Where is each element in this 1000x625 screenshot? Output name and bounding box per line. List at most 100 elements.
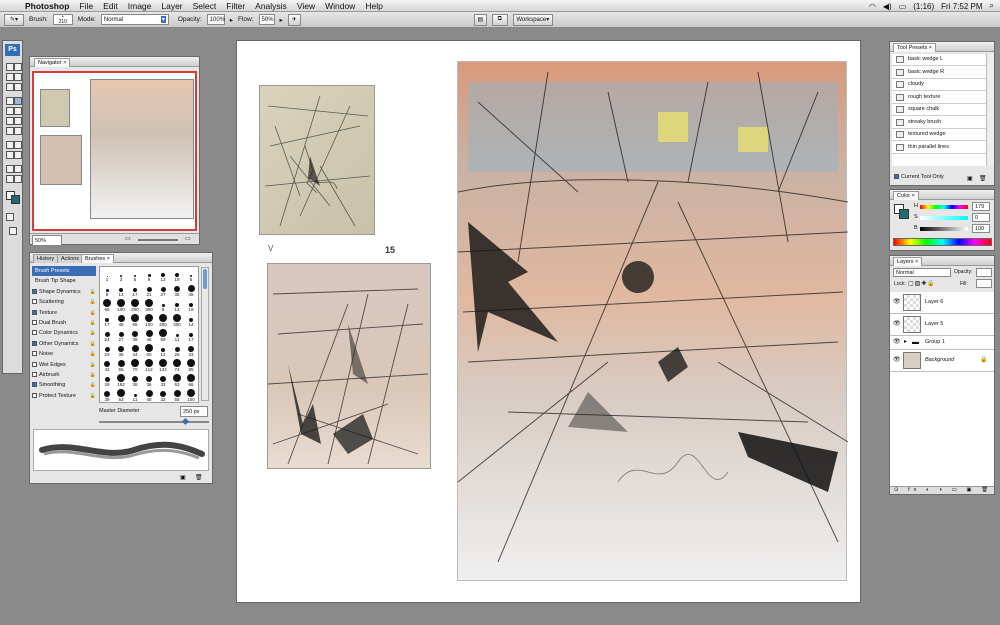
eye-icon[interactable]: 👁 [893,314,901,335]
brush-preset-tip[interactable]: 13 [171,298,183,312]
brush-preset-tip[interactable]: 19 [171,268,183,282]
brush-preset-tip[interactable]: 300 [171,313,183,327]
pen-tool-icon[interactable] [6,141,14,149]
type-tool-icon[interactable] [14,141,22,149]
lock-icon[interactable]: 🔒 [90,370,96,380]
brush-preset-tip[interactable]: 36 [143,373,155,387]
tool-preset-item[interactable]: streaky brush [892,116,986,129]
main-sketch[interactable] [457,61,849,581]
brush-option-checkbox[interactable] [32,320,37,326]
brush-preset-tip[interactable]: 192 [115,373,127,387]
brush-preset-tip[interactable]: 66 [185,373,197,387]
dodge-tool-icon[interactable] [14,127,22,135]
blend-mode-select[interactable]: Normal [893,268,951,277]
brush-preset-tip[interactable]: 14 [185,313,197,327]
menu-view[interactable]: View [292,1,320,11]
brush-preset-tip[interactable]: 9 [157,298,169,312]
color-titlebar[interactable]: Color × [890,190,994,200]
brush-preset-tip[interactable]: 63 [115,388,127,402]
group-1-name[interactable]: Group 1 [925,336,945,349]
brush-preset-tip[interactable]: 45 [185,283,197,297]
brush-preset-tip[interactable]: 45 [115,313,127,327]
lock-icon[interactable]: 🔒 [90,380,96,390]
battery-icon[interactable]: ▭ [899,2,907,11]
screen-mode-icon[interactable] [9,227,17,235]
layer-opacity-field[interactable] [976,268,992,277]
healing-brush-tool-icon[interactable] [6,97,14,105]
brush-preset-tip[interactable]: 74 [171,358,183,372]
eye-icon[interactable]: 👁 [893,350,901,371]
menu-filter[interactable]: Filter [221,1,250,11]
clock[interactable]: Fri 7:52 PM [941,2,982,11]
current-tool-only-checkbox[interactable] [894,174,899,180]
brush-option-8[interactable]: Noise 🔒 [32,349,96,359]
brush-preset-tip[interactable]: 17 [185,328,197,342]
zoom-out-icon[interactable]: ▭ [125,235,131,242]
clone-stamp-tool-icon[interactable] [6,107,14,115]
path-selection-tool-icon[interactable] [6,151,14,159]
tool-preset-item[interactable]: thin parallel lines [892,141,986,154]
brush-preset-tip[interactable]: 60 [143,343,155,357]
layer-row-6[interactable]: 👁 Layer 6 [890,292,994,314]
slider-thumb[interactable] [181,417,190,426]
brush-preset-tip[interactable]: 17 [101,313,113,327]
brush-preset-tip[interactable]: 11 [129,388,141,402]
delete-preset-icon[interactable]: 🗑 [979,175,987,182]
color-spectrum-ramp[interactable] [893,238,992,246]
brush-option-4[interactable]: Texture 🔒 [32,308,96,318]
zoom-in-icon[interactable]: ▭ [185,235,191,242]
brush-option-6[interactable]: Color Dynamics 🔒 [32,328,96,338]
brush-preset-tip[interactable]: 29 [101,373,113,387]
brush-preset-tip[interactable]: 36 [115,343,127,357]
tool-preset-item[interactable]: basic wedge L [892,54,986,66]
lock-icon[interactable]: 🔒 [90,391,96,401]
brush-preset-tip[interactable]: 39 [101,388,113,402]
brush-option-checkbox[interactable] [32,288,37,294]
b-value-field[interactable]: 100 [972,224,990,233]
navigator-titlebar[interactable]: Navigator × [30,57,199,67]
brush-preset-tip[interactable]: 200 [129,298,141,312]
volume-icon[interactable]: ◀) [883,2,892,11]
layer-row-group-1[interactable]: 👁 ▸ ▬ Group 1 [890,336,994,350]
magic-wand-tool-icon[interactable] [14,73,22,81]
brush-preset-tip[interactable]: 55 [115,358,127,372]
spotlight-icon[interactable]: ⌕ [990,1,994,11]
brush-option-checkbox[interactable] [32,382,37,388]
app-menu[interactable]: Photoshop [20,1,74,11]
brush-option-checkbox[interactable] [32,330,37,336]
preset-scrollbar[interactable] [986,54,994,166]
menu-layer[interactable]: Layer [156,1,187,11]
tab-history[interactable]: History [33,254,59,263]
gradient-tool-icon[interactable] [14,117,22,125]
lasso-tool-icon[interactable] [6,73,14,81]
brush-option-checkbox[interactable] [32,351,37,357]
brush-option-12[interactable]: Protect Texture 🔒 [32,391,96,401]
brush-preset-tip[interactable]: 13 [115,283,127,297]
brush-preset-tip[interactable]: 27 [157,283,169,297]
eraser-tool-icon[interactable] [6,117,14,125]
wifi-icon[interactable]: ◠ [869,2,876,11]
s-value-field[interactable]: 0 [972,213,990,222]
new-preset-icon[interactable]: ▣ [967,175,973,182]
menu-window[interactable]: Window [320,1,360,11]
zoom-slider[interactable] [138,239,178,241]
tool-preset-item[interactable]: textured wedge [892,129,986,141]
brush-option-5[interactable]: Dual Brush 🔒 [32,318,96,328]
navigator-preview[interactable] [32,71,197,231]
brush-preset-tip[interactable]: 13 [157,268,169,282]
brush-preset-tip[interactable]: 134 [157,358,169,372]
background-layer-name[interactable]: Background [925,350,954,371]
brush-preset-tip[interactable]: 33 [185,343,197,357]
tab-color[interactable]: Color × [893,191,919,200]
brush-preset-tip[interactable]: 21 [143,283,155,297]
brush-option-checkbox[interactable] [32,392,37,398]
trash-icon[interactable]: 🗑 [195,474,203,481]
tab-brushes[interactable]: Brushes × [81,254,114,263]
tool-presets-titlebar[interactable]: Tool Presets × [890,42,994,52]
brush-preset-tip[interactable]: 17 [129,283,141,297]
brush-option-7[interactable]: Other Dynamics 🔒 [32,339,96,349]
brush-option-2[interactable]: Shape Dynamics 🔒 [32,287,96,297]
brush-option-checkbox[interactable] [32,299,37,305]
brush-preset-tip[interactable]: 33 [157,373,169,387]
tool-preset-item[interactable]: rough texture [892,91,986,104]
